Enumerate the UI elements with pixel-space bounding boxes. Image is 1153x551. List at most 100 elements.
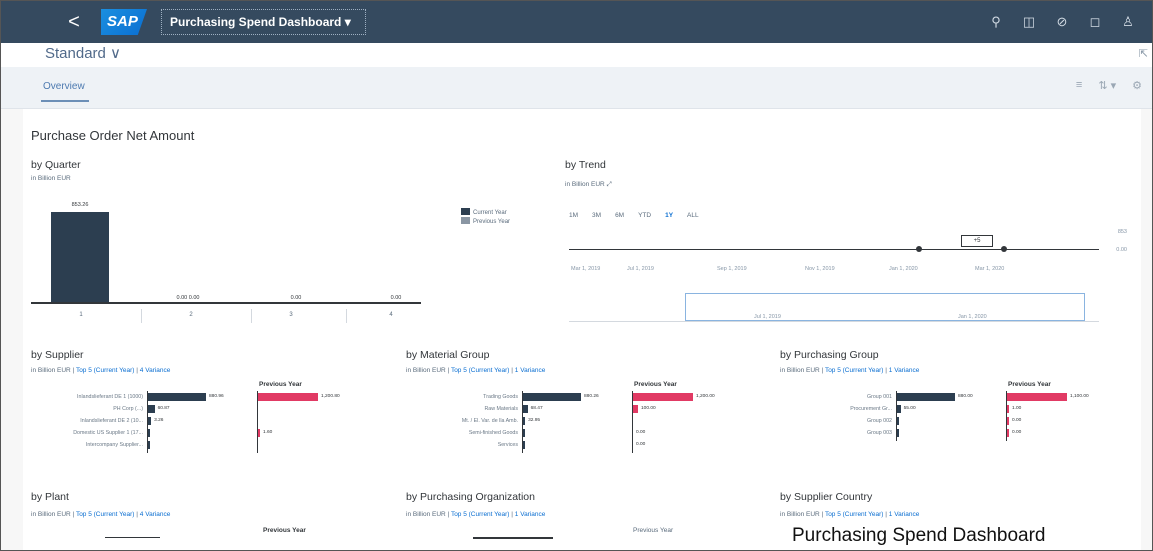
current-year-bar[interactable] [148,393,206,401]
current-year-bar[interactable] [897,429,899,437]
top5-link[interactable]: Top 5 (Current Year) [825,511,884,518]
top5-link[interactable]: Top 5 (Current Year) [825,367,884,374]
range-date: Jul 1, 2019 [754,314,781,320]
current-year-bar[interactable] [148,429,150,437]
trend-info-icon[interactable]: ⤢ [607,181,612,188]
top5-link[interactable]: Top 5 (Current Year) [451,511,510,518]
current-year-bar[interactable] [523,393,581,401]
current-year-bar[interactable] [523,405,528,413]
user-icon[interactable]: ♙ [1120,14,1136,30]
variance-link[interactable]: 1 Variance [889,511,920,518]
current-year-bar[interactable] [897,405,901,413]
current-year-bar[interactable] [523,441,525,449]
row-label: Inlandslieferant DE 1 (1000) [77,394,143,400]
variant-selector[interactable]: Standard ∨ [45,44,121,62]
bar-q1[interactable] [51,212,109,302]
previous-year-bar[interactable] [258,393,318,401]
country-title: by Supplier Country [780,491,873,503]
current-year-bar[interactable] [148,441,150,449]
row-label: Group 001 [866,394,892,400]
current-year-bar[interactable] [523,417,526,425]
row-label: Trading Goods [483,394,518,400]
top5-link[interactable]: Top 5 (Current Year) [451,367,510,374]
previous-value-label: 1,200.00 [696,394,715,399]
period-6m[interactable]: 6M [615,212,624,219]
legend-item[interactable]: Previous Year [461,217,510,226]
tick-q4: 4 [389,312,393,318]
row-label: Intercompany Supplier... [85,442,143,448]
sap-logo[interactable]: SAP [101,9,147,35]
purchasing_group-chart[interactable]: Previous Year Group 001 880.00 1,100.00 Proc… [780,381,1130,491]
legend-swatch [461,217,470,224]
current-year-bar[interactable] [897,417,899,425]
legend-item[interactable]: Current Year [461,208,510,217]
trend-point[interactable] [916,246,922,252]
help-icon[interactable]: ⊘ [1054,14,1070,30]
app-title-menu[interactable]: Purchasing Spend Dashboard ▾ [161,9,366,35]
current-year-bar[interactable] [897,393,955,401]
previous-year-bar[interactable] [258,429,260,437]
quarter-chart[interactable]: 853.26 0.00 0.00 0.00 0.00 1 2 3 4 [23,179,543,329]
trend-point[interactable] [1001,246,1007,252]
subtitle-text: in Billion EUR [31,367,71,374]
material-title: by Material Group [406,349,490,361]
top5-link[interactable]: Top 5 (Current Year) [76,367,135,374]
previous-year-bar[interactable] [1007,429,1009,437]
trend-title: by Trend [565,159,606,171]
current-year-bar[interactable] [148,405,155,413]
previous-year-bar[interactable] [1007,405,1009,413]
material-chart[interactable]: Previous Year Trading Goods 880.26 1,200.00… [406,381,756,491]
search-icon[interactable]: ⚲ [988,14,1004,30]
value-label-q3: 0.00 [290,295,302,301]
value-label-q1: 853.26 [71,202,89,208]
plant-title: by Plant [31,491,69,503]
settings-icon[interactable]: ⚙ [1132,79,1142,92]
period-1y[interactable]: 1Y [665,212,673,219]
previous-year-bar[interactable] [1007,417,1009,425]
current-year-bar[interactable] [148,417,152,425]
porg-subtitle: in Billion EUR | Top 5 (Current Year) | … [406,511,546,518]
shell-actions: ⚲ ◫ ⊘ ◻ ♙ [988,1,1136,43]
current-value-label: 32.95 [528,418,541,423]
main-content: Purchase Order Net Amount by Quarter in … [23,109,1141,550]
share-icon[interactable]: ⇱ [1139,47,1148,60]
previous-year-bar[interactable] [633,405,638,413]
trend-y-zero: 0.00 [1116,247,1127,253]
supplier-chart[interactable]: Previous Year Inlandslieferant DE 1 (1000… [31,381,381,491]
previous-year-bar[interactable] [1007,393,1067,401]
previous-value-label: 100.00 [641,406,656,411]
previous-year-bar[interactable] [633,393,693,401]
list-icon[interactable]: ≡ [1076,79,1082,92]
sort-icon[interactable]: ⇅ ▾ [1098,79,1116,92]
range-selector[interactable]: Jul 1, 2019 Jan 1, 2020 [685,293,1085,321]
trend-subtitle-text: in Billion EUR [565,181,605,188]
notification-icon[interactable]: ◻ [1087,14,1103,30]
trend-date: Mar 1, 2019 [571,266,601,272]
period-3m[interactable]: 3M [592,212,601,219]
variance-link[interactable]: 1 Variance [515,367,546,374]
tick-q3: 3 [289,312,293,318]
current-year-bar[interactable] [523,429,525,437]
back-button[interactable]: < [59,11,89,34]
variance-link[interactable]: 4 Variance [140,367,171,374]
top5-link[interactable]: Top 5 (Current Year) [76,511,135,518]
variance-link[interactable]: 4 Variance [140,511,171,518]
country-subtitle: in Billion EUR | Top 5 (Current Year) | … [780,511,920,518]
bell-icon[interactable]: ◫ [1021,14,1037,30]
trend-line[interactable] [569,249,1099,250]
supplier-card: by Supplier in Billion EUR | Top 5 (Curre… [31,347,381,487]
current-value-label: 880.26 [584,394,599,399]
period-ytd[interactable]: YTD [638,212,651,219]
period-1m[interactable]: 1M [569,212,578,219]
trend-y-top: 853 [1117,229,1127,235]
current-value-label: 60.87 [157,406,170,411]
tick-q2: 2 [189,312,193,318]
previous-year-label: Previous Year [259,381,302,388]
previous-value-label: 0.00 [1012,430,1022,435]
period-all[interactable]: ALL [687,212,699,219]
tab-overview[interactable]: Overview [43,81,85,92]
variance-link[interactable]: 1 Variance [889,367,920,374]
tick-q1: 1 [79,312,83,318]
variance-link[interactable]: 1 Variance [515,511,546,518]
row-label: Services [497,442,518,448]
